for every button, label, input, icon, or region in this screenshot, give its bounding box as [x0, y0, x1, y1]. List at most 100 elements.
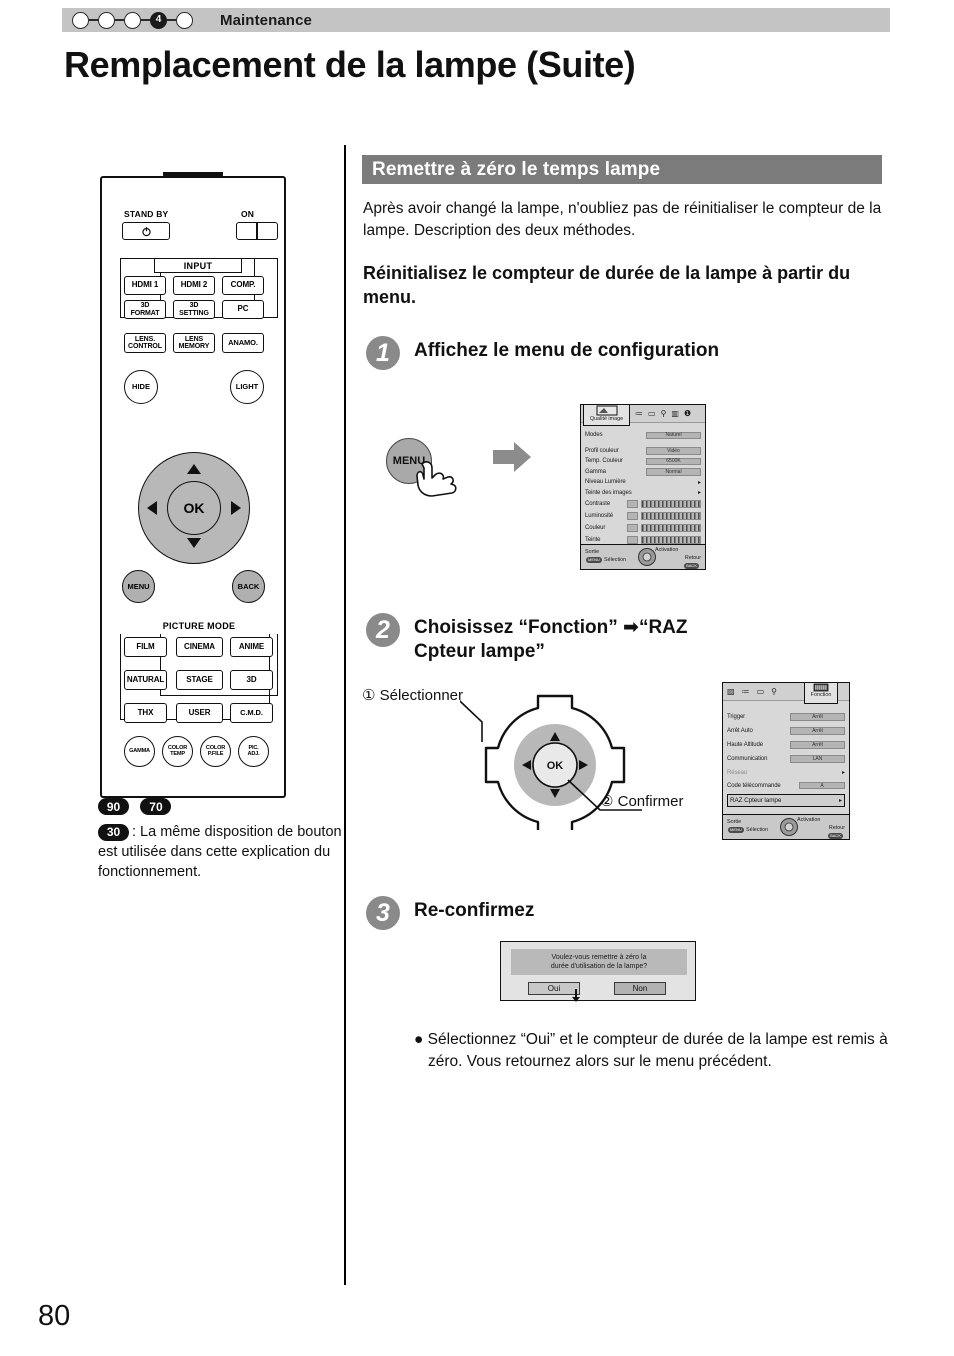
osd-tab-picture-quality[interactable]: Qualité image: [583, 404, 630, 426]
column-divider: [344, 145, 346, 1285]
osd-row-raz-cpteur-lampe[interactable]: RAZ Cpteur lampe ▸: [727, 794, 845, 807]
picture-adjust-button[interactable]: PIC. ADJ.: [238, 736, 269, 767]
osd-tab-function[interactable]: Fonction: [804, 682, 838, 704]
osd-tab-strip: ▨ ≔ ▭ ⚲ ❶ Fonction: [723, 682, 849, 704]
osd-footer-exit: Sortie: [727, 819, 742, 825]
confirm-dialog-message: Voulez-vous remettre à zéro la durée d'u…: [511, 949, 687, 975]
anamo-button[interactable]: ANAMO.: [222, 333, 264, 353]
osd-row-profil-couleur[interactable]: Profil couleur Vidéo: [585, 446, 701, 457]
screen-icon[interactable]: ▭: [757, 687, 765, 696]
step-1-text: Affichez le menu de configuration: [414, 340, 720, 361]
osd-row-label: Temp. Couleur: [585, 458, 623, 465]
confirm-dialog-line1: Voulez-vous remettre à zéro la: [551, 953, 647, 961]
power-icon: [141, 226, 151, 236]
osd-row-gamma[interactable]: Gamma Normal: [585, 467, 701, 478]
osd-picture-menu: Qualité image ≔ ▭ ⚲ ▥ ❶ Modes Naturel Pr…: [580, 404, 706, 570]
input-button-pc[interactable]: PC: [222, 300, 264, 319]
osd-slider-value: [627, 524, 638, 532]
osd-row-teinte-des-images[interactable]: Teinte des images ▸: [585, 488, 701, 499]
keyboard-icon[interactable]: ▥: [671, 409, 679, 418]
osd-slider-bar[interactable]: [641, 536, 701, 544]
picture-mode-film[interactable]: FILM: [124, 637, 167, 657]
confirm-dialog-no-button[interactable]: Non: [614, 982, 666, 995]
osd-picture-rows: Modes Naturel Profil couleur Vidéo Temp.…: [581, 423, 705, 561]
light-button[interactable]: LIGHT: [230, 370, 264, 404]
back-button[interactable]: BACK: [232, 570, 265, 603]
dpad-right-arrow-icon[interactable]: [231, 501, 241, 515]
input-button-comp[interactable]: COMP.: [222, 276, 264, 295]
picture-mode-thx[interactable]: THX: [124, 703, 167, 723]
step-2-number: 2: [366, 613, 400, 647]
osd-row-haute-altitude[interactable]: Haute Altitude Arrêt: [727, 738, 845, 752]
picture-mode-user[interactable]: USER: [176, 703, 223, 723]
osd-row-value: Arrêt: [790, 713, 845, 721]
picture-mode-cmd[interactable]: C.M.D.: [230, 703, 273, 723]
picture-mode-anime[interactable]: ANIME: [230, 637, 273, 657]
manual-page: 4 Maintenance Remplacement de la lampe (…: [0, 0, 954, 1356]
step-2-text: Choisissez “Fonction” ➡“RAZ Cpteur lampe…: [414, 617, 688, 663]
input-group-label: INPUT: [154, 258, 242, 273]
osd-row-value: A: [799, 781, 845, 790]
page-number: 80: [38, 1300, 71, 1332]
osd-row-temp-couleur[interactable]: Temp. Couleur 6500K: [585, 456, 701, 467]
lamp-icon[interactable]: ⚲: [661, 409, 667, 418]
chapter-dot-5: [176, 11, 193, 29]
menu-press-illustration: MENU: [386, 438, 457, 497]
osd-row-value: Arrêt: [790, 741, 845, 749]
osd-slider-bar[interactable]: [641, 512, 701, 520]
osd-footer-exit-key: MENU: [728, 827, 744, 833]
dpad-left-arrow-icon[interactable]: [147, 501, 157, 515]
ok-button[interactable]: OK: [167, 481, 221, 535]
osd-row-modes[interactable]: Modes Naturel: [585, 430, 701, 441]
input-button-hdmi2[interactable]: HDMI 2: [173, 276, 215, 295]
on-button[interactable]: [236, 222, 278, 240]
hide-button[interactable]: HIDE: [124, 370, 158, 404]
page-title: Remplacement de la lampe (Suite): [64, 44, 636, 85]
sliders-icon[interactable]: ≔: [635, 409, 643, 418]
picture-mode-cinema[interactable]: CINEMA: [176, 637, 223, 657]
osd-row-label: Trigger: [727, 714, 746, 720]
color-temp-button[interactable]: COLOR TEMP: [162, 736, 193, 767]
screen-icon[interactable]: ▭: [648, 409, 656, 418]
dpad-down-arrow-icon[interactable]: [187, 538, 201, 548]
color-profile-button[interactable]: COLOR P.FILE: [200, 736, 231, 767]
osd-row-arret-auto[interactable]: Arrêt Auto Arrêt: [727, 724, 845, 738]
dpad-up-arrow-icon[interactable]: [187, 464, 201, 474]
gamma-button[interactable]: GAMMA: [124, 736, 155, 767]
osd-slider-value: [627, 536, 638, 544]
osd-slider-bar[interactable]: [641, 524, 701, 532]
osd-row-communication[interactable]: Communication LAN: [727, 752, 845, 766]
lamp-icon[interactable]: ⚲: [771, 687, 777, 696]
dpad-callout-diagram: OK: [460, 694, 642, 830]
osd-slider-bar[interactable]: [641, 500, 701, 508]
picture-mode-stage[interactable]: STAGE: [176, 670, 223, 690]
osd-row-trigger[interactable]: Trigger Arrêt: [727, 710, 845, 724]
osd-row-reseau[interactable]: Réseau ▸: [727, 766, 845, 779]
bullet-note: ● Sélectionnez “Oui” et le compteur de d…: [414, 1031, 888, 1070]
osd-row-couleur[interactable]: Couleur: [585, 522, 701, 534]
input-button-hdmi1[interactable]: HDMI 1: [124, 276, 166, 295]
osd-function-rows: Trigger Arrêt Arrêt Auto Arrêt Haute Alt…: [723, 701, 849, 807]
osd-row-label: Teinte: [585, 537, 601, 543]
menu-button[interactable]: MENU: [122, 570, 155, 603]
info-icon[interactable]: ❶: [684, 409, 691, 418]
input-button-3d-format[interactable]: 3D FORMAT: [124, 300, 166, 319]
picture-icon[interactable]: ▨: [727, 687, 735, 696]
input-button-3d-setting[interactable]: 3D SETTING: [173, 300, 215, 319]
section-subheading: Réinitialisez le compteur de durée de la…: [363, 263, 851, 307]
osd-row-niveau-lumiere[interactable]: Niveau Lumière ▸: [585, 477, 701, 488]
sliders-icon[interactable]: ≔: [742, 687, 750, 696]
osd-row-label: Arrêt Auto: [727, 728, 753, 734]
osd-row-label: Contraste: [585, 501, 611, 507]
lens-control-button[interactable]: LENS. CONTROL: [124, 333, 166, 353]
osd-row-contraste[interactable]: Contraste: [585, 498, 701, 510]
picture-mode-3d[interactable]: 3D: [230, 670, 273, 690]
badge-30: 30: [98, 823, 129, 841]
lens-memory-button[interactable]: LENS MEMORY: [173, 333, 215, 353]
picture-mode-natural[interactable]: NATURAL: [124, 670, 167, 690]
standby-label: STAND BY: [124, 209, 169, 219]
osd-row-code-telecommande[interactable]: Code télécommande A: [727, 779, 845, 792]
standby-button[interactable]: [122, 222, 170, 240]
osd-row-luminosite[interactable]: Luminosité: [585, 510, 701, 522]
osd-footer-back-key: BACK: [684, 563, 699, 569]
